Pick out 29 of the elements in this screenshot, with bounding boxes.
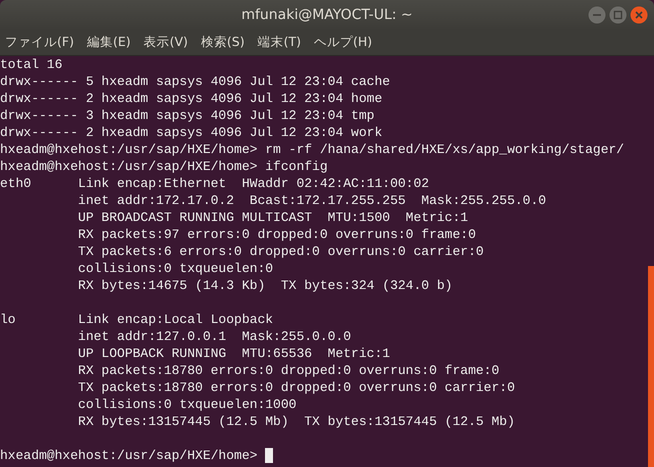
terminal-line: TX packets:18780 errors:0 dropped:0 overruns:0 carrier:0 [77, 379, 515, 396]
terminal-line: drwx------ 2 hxeadm sapsys 4096 Jul 12 23:04 home [0, 90, 382, 107]
terminal-line: RX bytes:13157445 (12.5 Mb) TX bytes:13157445 (12.5 Mb) [77, 413, 515, 430]
menu-item[interactable]: 端末(T) [256, 34, 302, 51]
terminal-line: inet addr:127.0.0.1 Mask:255.0.0.0 [77, 328, 352, 345]
terminal-line: RX packets:97 errors:0 dropped:0 overruns:0 frame:0 [77, 226, 476, 243]
terminal-line: UP BROADCAST RUNNING MULTICAST MTU:1500 Metric:1 [77, 209, 468, 226]
menu-item[interactable]: ファイル(F) [4, 34, 75, 51]
menu-item[interactable]: 検索(S) [200, 34, 246, 51]
terminal-line: drwx------ 3 hxeadm sapsys 4096 Jul 12 23:04 tmp [0, 107, 374, 124]
terminal-line: UP LOOPBACK RUNNING MTU:65536 Metric:1 [77, 345, 390, 362]
terminal-line: inet addr:172.17.0.2 Bcast:172.17.255.255 Mask:255.255.0.0 [77, 192, 546, 209]
terminal-line: hxeadm@hxehost:/usr/sap/HXE/home> ifconfig [0, 158, 328, 175]
terminal-line: RX bytes:14675 (14.3 Kb) TX bytes:324 (324.0 b) [77, 277, 452, 294]
terminal-prompt: hxeadm@hxehost:/usr/sap/HXE/home> [0, 447, 258, 464]
terminal-line: total 16 [0, 56, 62, 73]
terminal-line: collisions:0 txqueuelen:1000 [77, 396, 296, 413]
menu-item[interactable]: 表示(V) [142, 34, 189, 51]
terminal-line: drwx------ 5 hxeadm sapsys 4096 Jul 12 23:04 cache [0, 73, 390, 90]
terminal-line: RX packets:18780 errors:0 dropped:0 overruns:0 frame:0 [77, 362, 500, 379]
terminal-line: collisions:0 txqueuelen:0 [77, 260, 274, 277]
menu-item[interactable]: ヘルプ(H) [313, 34, 374, 51]
terminal-line: TX packets:6 errors:0 dropped:0 overruns:0 carrier:0 [77, 243, 484, 260]
terminal-line: lo Link encap:Local Loopback [0, 311, 274, 328]
terminal-line: drwx------ 2 hxeadm sapsys 4096 Jul 12 23:04 work [0, 124, 382, 141]
menu-item[interactable]: 編集(E) [86, 34, 132, 51]
terminal-line: hxeadm@hxehost:/usr/sap/HXE/home> rm -rf /hana/shared/HXE/xs/app_working/stager/ [0, 141, 624, 158]
window-title: mfunaki@MAYOCT-UL: ~ [241, 7, 413, 23]
terminal-line: eth0 Link encap:Ethernet HWaddr 02:42:AC:11:00:02 [0, 175, 430, 192]
